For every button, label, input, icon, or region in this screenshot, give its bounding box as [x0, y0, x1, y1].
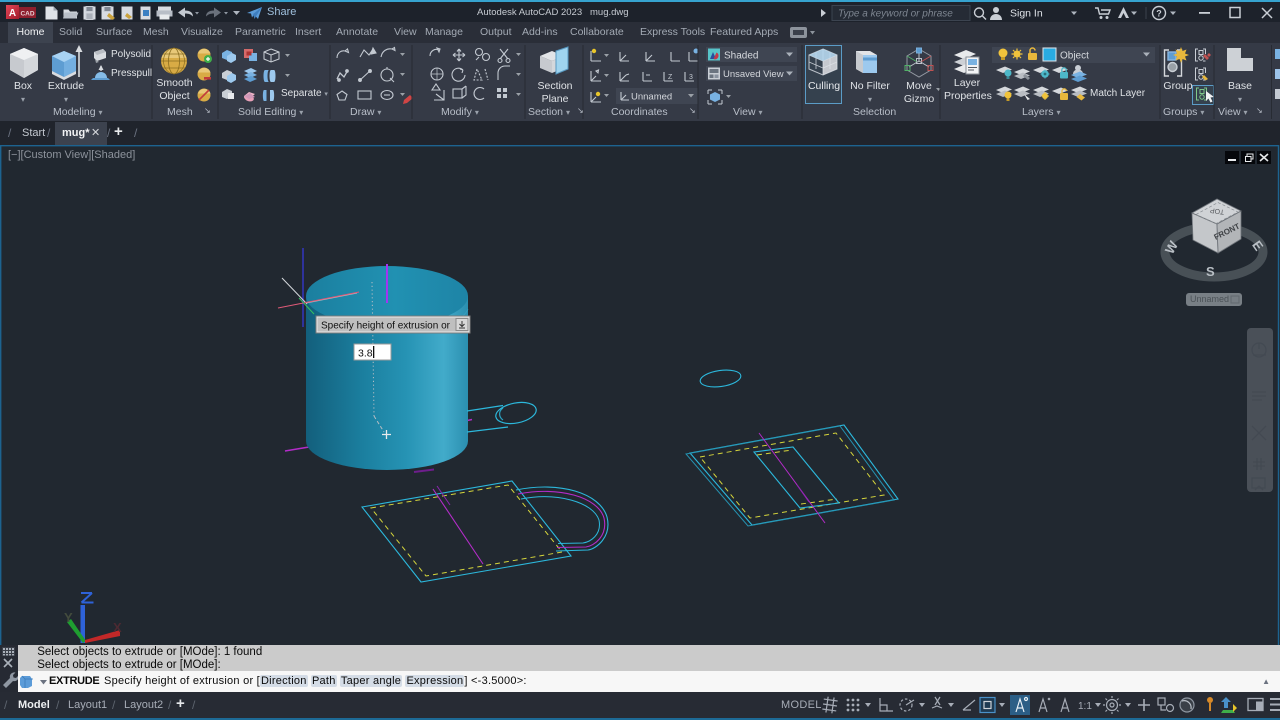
svg-text:Type a keyword or phrase: Type a keyword or phrase	[838, 9, 953, 20]
svg-text:X: X	[113, 620, 122, 635]
svg-text:1:1: 1:1	[1078, 701, 1092, 712]
svg-text:3: 3	[689, 74, 693, 81]
svg-text:Sign In: Sign In	[1010, 8, 1043, 20]
svg-text:?: ?	[1156, 9, 1162, 19]
svg-text:Unsaved View: Unsaved View	[723, 69, 784, 80]
svg-text:Shaded: Shaded	[724, 51, 758, 62]
svg-text:S: S	[1206, 264, 1215, 279]
svg-text:3.8: 3.8	[358, 348, 373, 360]
svg-text:Unnamed: Unnamed	[1190, 294, 1229, 304]
svg-text:Unnamed: Unnamed	[631, 92, 672, 103]
svg-text:CAD: CAD	[20, 11, 34, 18]
svg-text:A: A	[9, 8, 16, 19]
svg-text:Specify height of extrusion or: Specify height of extrusion or	[321, 321, 451, 332]
svg-text:Y: Y	[64, 610, 73, 625]
svg-text:Object: Object	[1060, 51, 1089, 62]
svg-text:Z: Z	[668, 74, 673, 81]
